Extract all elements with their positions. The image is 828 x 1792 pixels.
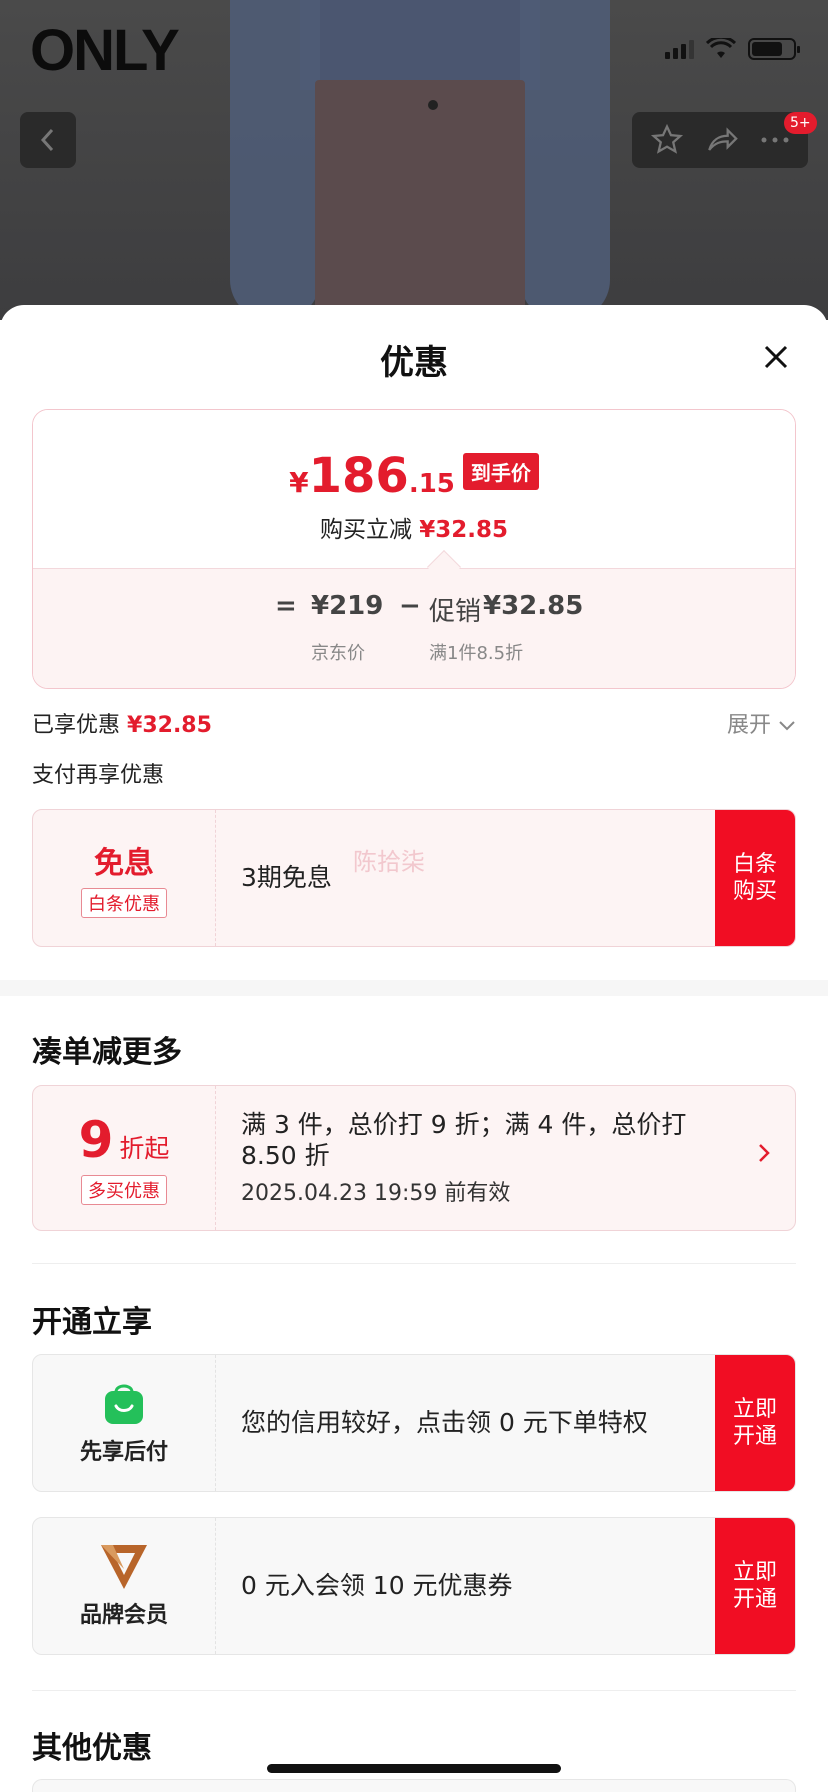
pay-later-label: 先享后付 xyxy=(79,1440,168,1465)
bundle-number: 9 xyxy=(78,1111,114,1169)
chevron-left-icon xyxy=(40,128,54,152)
home-indicator xyxy=(267,1764,561,1773)
price-card: ¥186.15 到手价 购买立减 ¥32.85 = ¥219 − 促销 ¥32.8… xyxy=(32,409,796,689)
shopping-bag-icon xyxy=(105,1384,143,1424)
product-actions xyxy=(632,112,808,168)
formula-equals: = xyxy=(275,591,297,621)
discount-sheet: 优惠 ¥186.15 到手价 购买立减 ¥32.85 = ¥219 − 促销 ¥3… xyxy=(0,305,828,1792)
baitiao-buy-label: 白条购买 xyxy=(732,851,777,905)
pay-later-text: 您的信用较好，点击领 0 元下单特权 xyxy=(241,1408,648,1438)
brand-member-open-label: 立即开通 xyxy=(732,1559,777,1613)
promo-condition: 满1件8.5折 xyxy=(429,643,524,664)
pay-more-label: 支付再享优惠 xyxy=(32,763,165,788)
price-decimal: .15 xyxy=(408,469,455,499)
baitiao-text: 3期免息 xyxy=(241,863,332,893)
close-icon[interactable] xyxy=(754,335,798,379)
pay-later-card[interactable]: 先享后付 您的信用较好，点击领 0 元下单特权 立即开通 xyxy=(32,1354,796,1492)
wifi-icon xyxy=(706,38,736,58)
bundle-unit: 折起 xyxy=(119,1134,170,1163)
expand-label: 展开 xyxy=(726,713,771,738)
brand-member-text: 0 元入会领 10 元优惠券 xyxy=(241,1571,513,1601)
signal-icon xyxy=(665,39,694,59)
other-card[interactable] xyxy=(32,1779,796,1792)
instant-reduction: 购买立减 ¥32.85 xyxy=(33,510,795,544)
chevron-down-icon xyxy=(779,721,795,731)
share-icon[interactable] xyxy=(705,123,739,157)
back-button[interactable] xyxy=(20,112,76,168)
product-photo xyxy=(230,0,610,320)
brand-member-card[interactable]: 品牌会员 0 元入会领 10 元优惠券 立即开通 xyxy=(32,1517,796,1655)
bundle-text: 满 3 件，总价打 9 折；满 4 件，总价打 8.50 折 xyxy=(241,1110,687,1171)
pay-later-open-button[interactable]: 立即开通 xyxy=(715,1355,795,1491)
member-v-icon xyxy=(101,1545,147,1589)
baitiao-buy-button[interactable]: 白条购买 xyxy=(715,810,795,946)
product-image-area: ONLY 5+ xyxy=(0,0,828,320)
battery-icon xyxy=(748,38,800,60)
enjoyed-label: 已享优惠 xyxy=(32,713,121,738)
baitiao-title: 免息 xyxy=(94,846,154,881)
jd-price-label: 京东价 xyxy=(311,643,365,664)
bundle-badge: 多买优惠 xyxy=(81,1175,167,1205)
baitiao-badge: 白条优惠 xyxy=(81,888,167,918)
bundle-card[interactable]: 9 折起 多买优惠 满 3 件，总价打 9 折；满 4 件，总价打 8.50 折 … xyxy=(32,1085,796,1231)
sheet-title: 优惠 xyxy=(380,343,448,383)
reduction-label: 购买立减 xyxy=(319,517,412,543)
final-price-tag: 到手价 xyxy=(462,453,539,490)
other-heading: 其他优惠 xyxy=(32,1731,152,1766)
brand-member-label: 品牌会员 xyxy=(79,1603,168,1628)
promo-value: ¥32.85 xyxy=(483,591,584,621)
star-icon[interactable] xyxy=(650,123,684,157)
price-breakdown: = ¥219 − 促销 ¥32.85 京东价 满1件8.5折 xyxy=(33,568,795,688)
watermark: 陈拾柒 xyxy=(353,848,425,876)
reduction-value: ¥32.85 xyxy=(419,517,509,543)
bundle-heading: 凑单减更多 xyxy=(32,1035,182,1070)
expand-button[interactable]: 展开 xyxy=(727,707,796,739)
more-icon[interactable] xyxy=(760,135,790,145)
brand-member-open-button[interactable]: 立即开通 xyxy=(715,1518,795,1654)
currency-symbol: ¥ xyxy=(289,466,309,499)
promo-label: 促销 xyxy=(429,597,482,627)
chevron-right-icon xyxy=(757,1138,771,1173)
message-count-badge: 5+ xyxy=(784,112,817,134)
enjoyed-discount-row: 已享优惠 ¥32.85 展开 xyxy=(32,707,796,739)
section-separator xyxy=(0,980,828,996)
final-price: ¥186.15 到手价 xyxy=(33,448,795,504)
pay-later-open-label: 立即开通 xyxy=(732,1396,777,1450)
brand-logo: ONLY xyxy=(30,18,180,83)
divider xyxy=(32,1263,796,1264)
jd-price: ¥219 xyxy=(311,591,384,621)
divider xyxy=(32,1690,796,1691)
status-bar xyxy=(665,38,800,60)
formula-minus: − xyxy=(399,591,421,621)
price-integer: 186 xyxy=(308,448,409,504)
baitiao-card[interactable]: 免息 白条优惠 3期免息 陈拾柒 白条购买 xyxy=(32,809,796,947)
enjoyed-value: ¥32.85 xyxy=(127,713,212,738)
open-heading: 开通立享 xyxy=(32,1305,152,1340)
bundle-valid-date: 2025.04.23 19:59 前有效 xyxy=(241,1180,511,1206)
